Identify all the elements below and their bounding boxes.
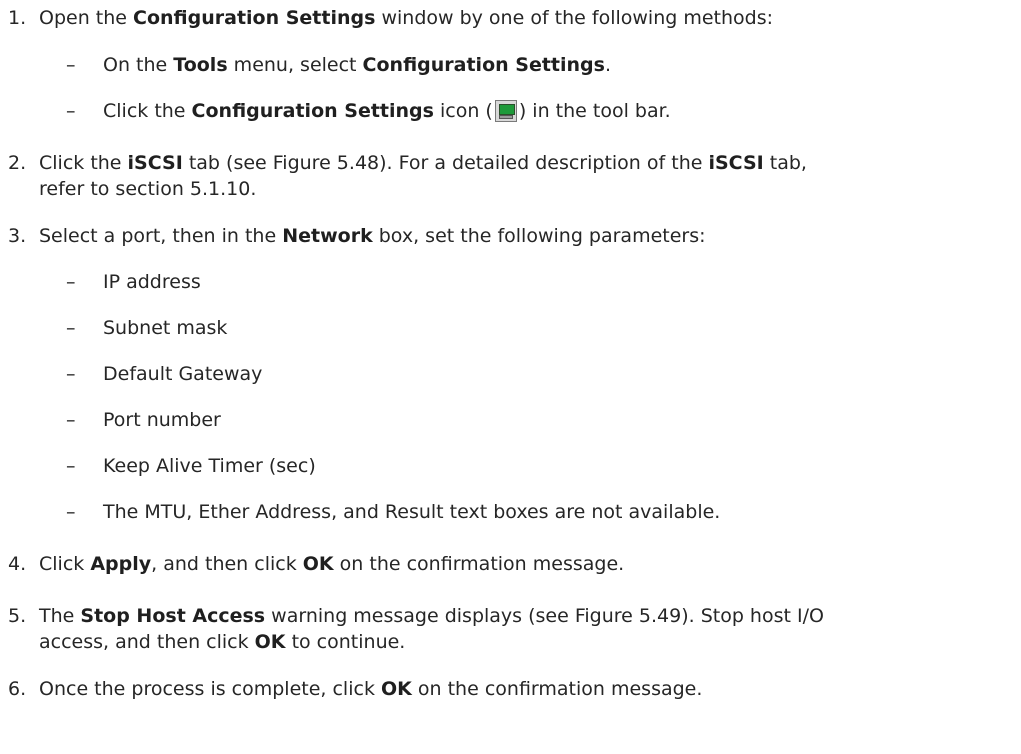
method-text: On the Tools menu, select Configuration … <box>103 54 611 76</box>
parameter-text: IP address <box>103 271 201 293</box>
bullet-dash: – <box>66 455 76 477</box>
bullet-dash: – <box>66 271 76 293</box>
configuration-settings-icon <box>494 100 517 122</box>
parameter-text: Keep Alive Timer (sec) <box>103 455 316 477</box>
parameter-text: Port number <box>103 409 221 431</box>
document-page: 1. Open the Configuration Settings windo… <box>0 0 1021 754</box>
step-text: access, and then click OK to continue. <box>39 631 406 653</box>
parameter-text: The MTU, Ether Address, and Result text … <box>103 501 721 523</box>
step-text: refer to section 5.1.10. <box>39 178 257 200</box>
step-number: 4. <box>8 553 27 575</box>
bullet-dash: – <box>66 501 76 523</box>
step-number: 5. <box>8 605 27 627</box>
step-number: 6. <box>8 678 27 700</box>
bullet-dash: – <box>66 100 76 122</box>
parameter-text: Subnet mask <box>103 317 228 339</box>
step-number: 2. <box>8 152 27 174</box>
parameter-text: Default Gateway <box>103 363 263 385</box>
step-text: Once the process is complete, click OK o… <box>39 678 703 700</box>
bullet-dash: – <box>66 54 76 76</box>
bullet-dash: – <box>66 317 76 339</box>
step-text: Select a port, then in the Network box, … <box>39 225 706 247</box>
step-text: Click Apply, and then click OK on the co… <box>39 553 625 575</box>
step-text: Click the iSCSI tab (see Figure 5.48). F… <box>39 152 807 174</box>
step-number: 3. <box>8 225 27 247</box>
step-text: Open the Configuration Settings window b… <box>39 7 774 29</box>
step-text: The Stop Host Access warning message dis… <box>39 605 824 627</box>
bullet-dash: – <box>66 409 76 431</box>
step-number: 1. <box>8 7 27 29</box>
method-text: Click the Configuration Settings icon ()… <box>103 100 671 122</box>
bullet-dash: – <box>66 363 76 385</box>
